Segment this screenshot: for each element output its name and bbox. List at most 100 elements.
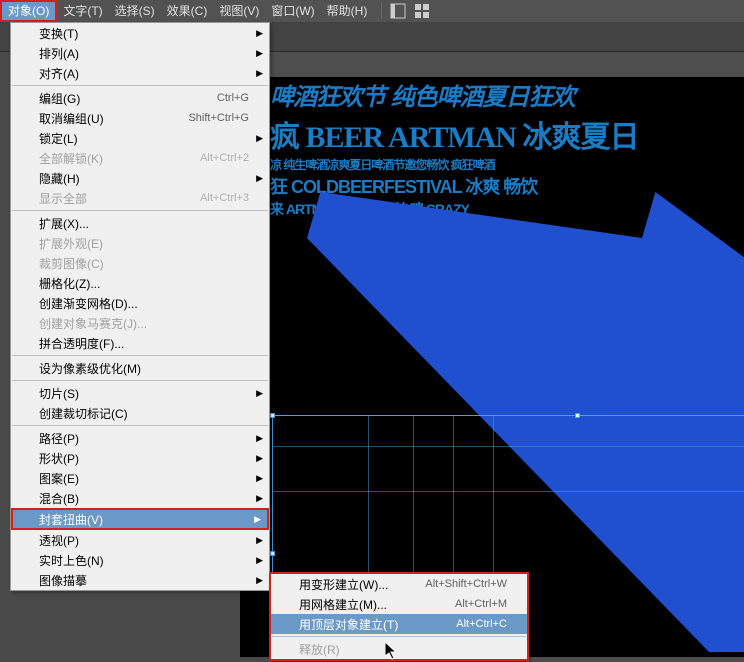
menu-item-label: 锁定(L) [39, 130, 249, 147]
menu-item[interactable]: 拼合透明度(F)... [11, 333, 269, 353]
menu-item-label: 裁剪图像(C) [39, 255, 249, 272]
menu-item: 裁剪图像(C) [11, 253, 269, 273]
menu-item[interactable]: 隐藏(H) ▶ [11, 168, 269, 188]
menu-item-label: 隐藏(H) [39, 170, 249, 187]
menu-item[interactable]: 栅格化(Z)... [11, 273, 269, 293]
menu-help[interactable]: 帮助(H) [321, 0, 374, 22]
menu-item[interactable]: 对齐(A) ▶ [11, 63, 269, 83]
submenu-item-label: 用顶层对象建立(T) [299, 616, 456, 633]
menu-item[interactable]: 形状(P)▶ [11, 448, 269, 468]
menu-separator [12, 425, 268, 426]
submenu-item-label: 用变形建立(W)... [299, 576, 425, 593]
menu-item-label: 显示全部 [39, 190, 200, 207]
menu-separator [272, 636, 526, 637]
menu-item[interactable]: 取消编组(U)Shift+Ctrl+G [11, 108, 269, 128]
submenu-item[interactable]: 用顶层对象建立(T)Alt+Ctrl+C [271, 614, 527, 634]
menu-item-label: 图案(E) [39, 470, 249, 487]
menu-item[interactable]: 变换(T) ▶ [11, 23, 269, 43]
submenu-arrow-icon: ▶ [256, 473, 263, 484]
menu-effect[interactable]: 效果(C) [161, 0, 214, 22]
menu-item[interactable]: 创建渐变网格(D)... [11, 293, 269, 313]
submenu-arrow-icon: ▶ [256, 133, 263, 144]
menu-item: 扩展外观(E) [11, 233, 269, 253]
menu-item[interactable]: 透视(P) ▶ [11, 530, 269, 550]
layout-icon[interactable] [390, 3, 406, 19]
menu-item[interactable]: 编组(G)Ctrl+G [11, 88, 269, 108]
menu-item-label: 取消编组(U) [39, 110, 188, 127]
menu-item[interactable]: 扩展(X)... [11, 213, 269, 233]
menu-item-label: 扩展(X)... [39, 215, 249, 232]
menu-item-label: 创建裁切标记(C) [39, 405, 249, 422]
submenu-item-shortcut: Alt+Ctrl+M [455, 598, 507, 610]
menu-view[interactable]: 视图(V) [213, 0, 265, 22]
menu-item[interactable]: 实时上色(N)▶ [11, 550, 269, 570]
menu-item-label: 混合(B) [39, 490, 249, 507]
submenu-arrow-icon: ▶ [256, 48, 263, 59]
menu-separator [12, 210, 268, 211]
menubar-icons [390, 3, 430, 19]
menu-item-shortcut: Shift+Ctrl+G [188, 112, 249, 124]
object-menu-dropdown: 变换(T)▶排列(A)▶对齐(A)▶编组(G)Ctrl+G取消编组(U)Shif… [10, 22, 270, 591]
menu-item-shortcut: Ctrl+G [217, 92, 249, 104]
menu-item[interactable]: 混合(B) ▶ [11, 488, 269, 508]
menu-item: 显示全部Alt+Ctrl+3 [11, 188, 269, 208]
menu-item[interactable]: 锁定(L) ▶ [11, 128, 269, 148]
submenu-arrow-icon: ▶ [256, 388, 263, 399]
menu-item[interactable]: 设为像素级优化(M) [11, 358, 269, 378]
cursor-pointer [385, 642, 401, 662]
submenu-arrow-icon: ▶ [256, 173, 263, 184]
menu-item-label: 对齐(A) [39, 65, 249, 82]
menu-separator [12, 355, 268, 356]
submenu-item[interactable]: 用变形建立(W)...Alt+Shift+Ctrl+W [271, 574, 527, 594]
submenu-arrow-icon: ▶ [256, 28, 263, 39]
menu-item-label: 排列(A) [39, 45, 249, 62]
menu-item[interactable]: 切片(S) ▶ [11, 383, 269, 403]
menu-item: 创建对象马赛克(J)... [11, 313, 269, 333]
submenu-item-shortcut: Alt+Shift+Ctrl+W [425, 578, 507, 590]
menu-item-label: 全部解锁(K) [39, 150, 200, 167]
menu-item-label: 透视(P) [39, 532, 249, 549]
submenu-item[interactable]: 用网格建立(M)...Alt+Ctrl+M [271, 594, 527, 614]
menu-item[interactable]: 排列(A) ▶ [11, 43, 269, 63]
menu-item-label: 变换(T) [39, 25, 249, 42]
menu-item-label: 栅格化(Z)... [39, 275, 249, 292]
separator [381, 3, 382, 19]
submenu-item-shortcut: Alt+Ctrl+C [456, 618, 507, 630]
menu-item-label: 设为像素级优化(M) [39, 360, 249, 377]
submenu-arrow-icon: ▶ [256, 535, 263, 546]
menu-separator [12, 380, 268, 381]
menu-item-label: 切片(S) [39, 385, 249, 402]
menu-object[interactable]: 对象(O) [0, 0, 57, 22]
submenu-arrow-icon: ▶ [256, 575, 263, 586]
menu-item-label: 编组(G) [39, 90, 217, 107]
menu-item-shortcut: Alt+Ctrl+2 [200, 152, 249, 164]
menu-item[interactable]: 封套扭曲(V) ▶ [11, 508, 269, 530]
menu-window[interactable]: 窗口(W) [265, 0, 320, 22]
menu-item-shortcut: Alt+Ctrl+3 [200, 192, 249, 204]
canvas-area[interactable]: 啤酒狂欢节 纯色啤酒夏日狂欢 疯 BEER ARTMAN 冰爽夏日 凉 纯生啤酒… [270, 52, 744, 661]
menu-item-label: 创建渐变网格(D)... [39, 295, 249, 312]
menu-item-label: 封套扭曲(V) [39, 511, 249, 528]
submenu-item-label: 用网格建立(M)... [299, 596, 455, 613]
submenu-arrow-icon: ▶ [256, 433, 263, 444]
submenu-arrow-icon: ▶ [256, 68, 263, 79]
menu-item-label: 路径(P) [39, 430, 249, 447]
menu-item-label: 拼合透明度(F)... [39, 335, 249, 352]
menu-item[interactable]: 图像描摹 ▶ [11, 570, 269, 590]
menu-select[interactable]: 选择(S) [109, 0, 161, 22]
menu-item[interactable]: 路径(P) ▶ [11, 428, 269, 448]
menu-item: 全部解锁(K)Alt+Ctrl+2 [11, 148, 269, 168]
menu-item[interactable]: 创建裁切标记(C) [11, 403, 269, 423]
menu-item-label: 形状(P) [39, 450, 249, 467]
submenu-item-label: 释放(R) [299, 641, 507, 658]
menu-item-label: 扩展外观(E) [39, 235, 249, 252]
submenu-arrow-icon: ▶ [256, 493, 263, 504]
grid-icon[interactable] [414, 3, 430, 19]
menu-text[interactable]: 文字(T) [57, 0, 108, 22]
menu-item-label: 创建对象马赛克(J)... [39, 315, 249, 332]
menu-item-label: 图像描摹 [39, 572, 249, 589]
submenu-arrow-icon: ▶ [254, 514, 261, 525]
menubar: 对象(O) 文字(T) 选择(S) 效果(C) 视图(V) 窗口(W) 帮助(H… [0, 0, 744, 22]
artboard: 啤酒狂欢节 纯色啤酒夏日狂欢 疯 BEER ARTMAN 冰爽夏日 凉 纯生啤酒… [240, 77, 744, 657]
menu-item[interactable]: 图案(E) ▶ [11, 468, 269, 488]
